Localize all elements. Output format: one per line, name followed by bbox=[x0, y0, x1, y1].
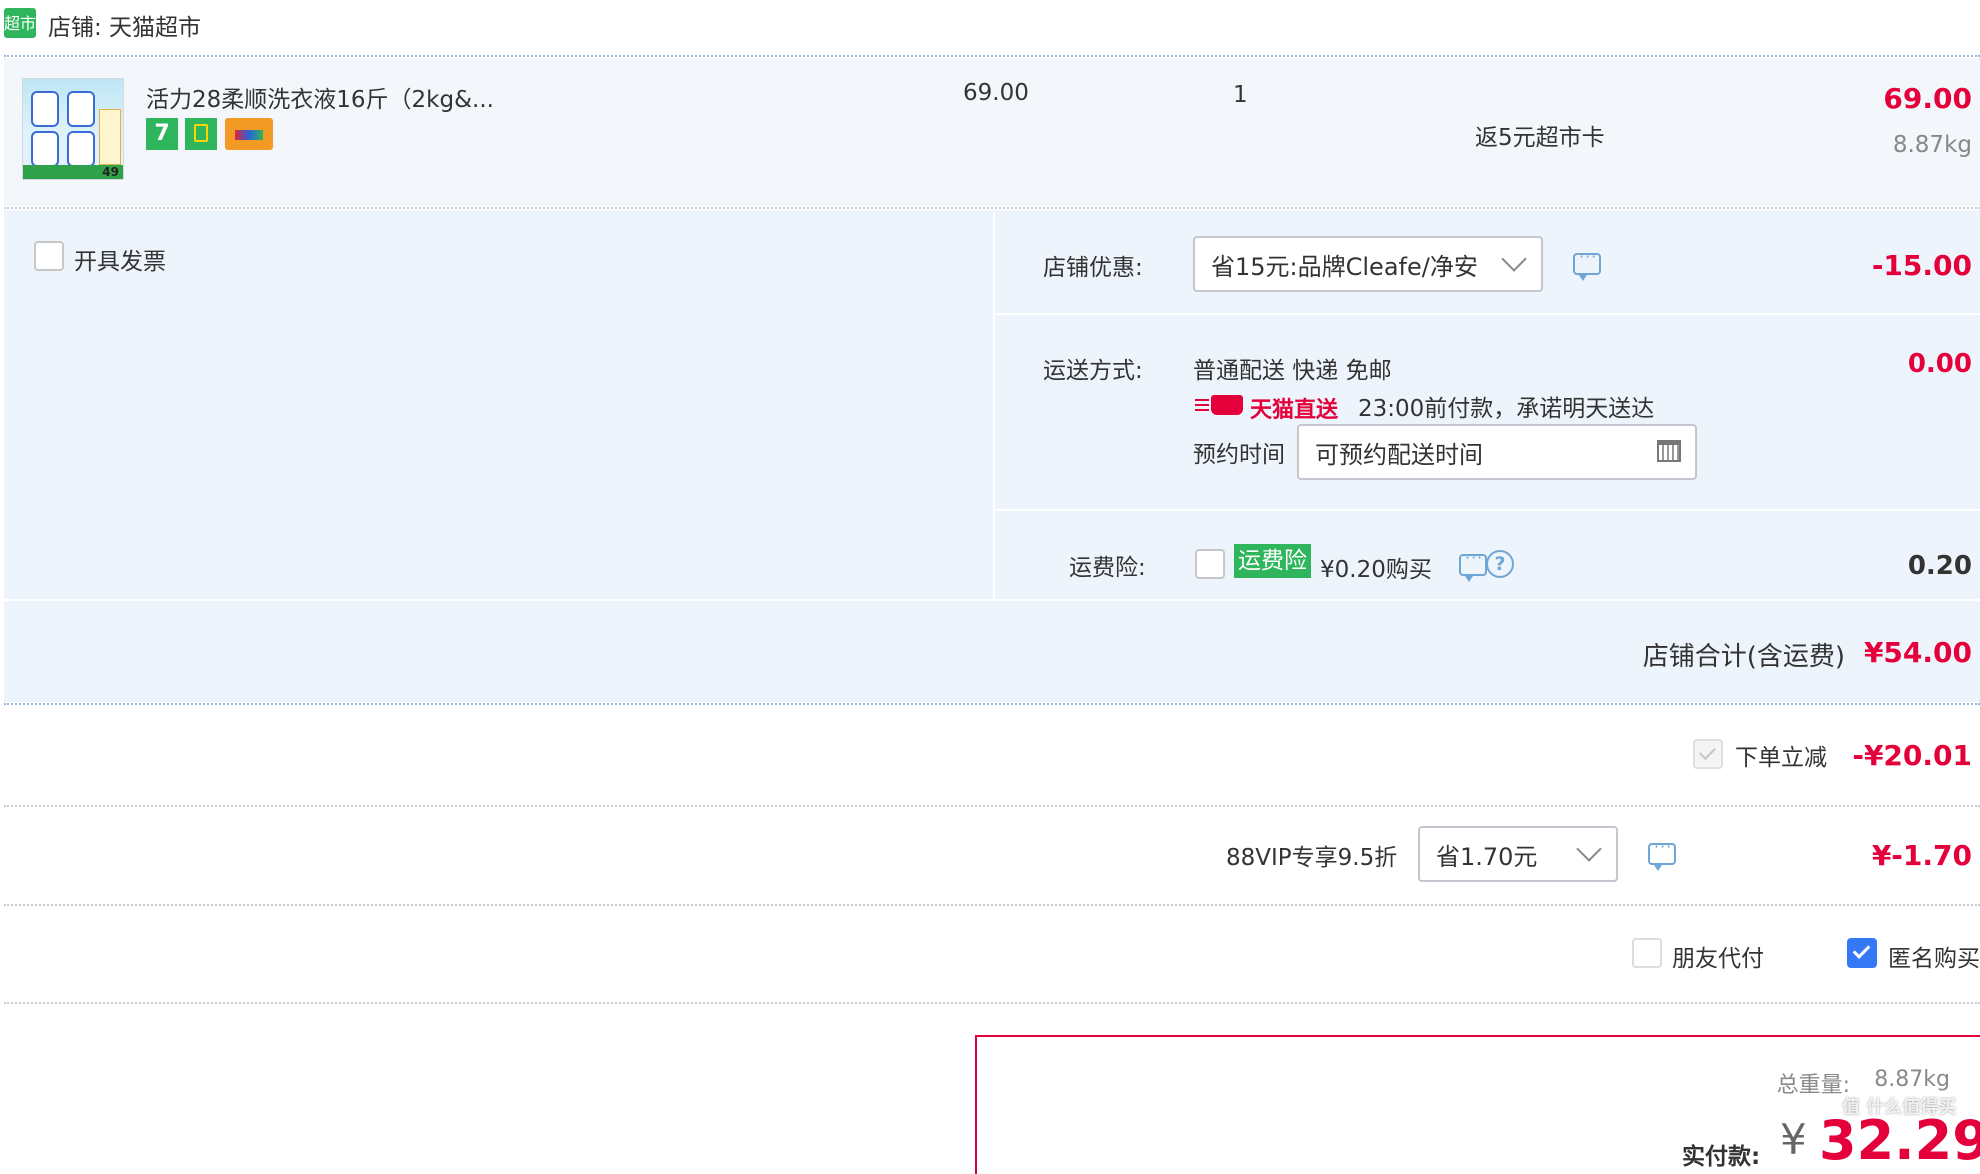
row-divider-3 bbox=[4, 599, 1980, 601]
schedule-time-input[interactable]: 可预约配送时间 bbox=[1297, 424, 1697, 480]
insurance-amount: 0.20 bbox=[1907, 551, 1972, 581]
thumb-bottle-3 bbox=[31, 131, 59, 167]
chevron-down-icon bbox=[1576, 836, 1602, 862]
invoice-checkbox[interactable] bbox=[34, 241, 64, 271]
shipping-method: 普通配送 快递 免邮 bbox=[1193, 358, 1392, 384]
shipping-amount: 0.00 bbox=[1907, 349, 1972, 379]
shop-total-label: 店铺合计(含运费) bbox=[1642, 642, 1845, 672]
payment-summary-box: 总重量: 8.87kg 实付款: ¥ 32.29 值 什么值得买 bbox=[975, 1035, 1980, 1174]
vip-discount-select[interactable]: 省1.70元 bbox=[1418, 826, 1618, 882]
thumb-bottle-1 bbox=[31, 91, 59, 127]
service-tag-guarantee-icon[interactable] bbox=[185, 118, 217, 150]
shop-total-amount: ¥54.00 bbox=[1863, 636, 1972, 669]
shop-name[interactable]: 店铺: 天猫超市 bbox=[48, 8, 201, 42]
insurance-badge: 运费险 bbox=[1234, 544, 1311, 578]
chevron-down-icon bbox=[1501, 246, 1527, 272]
vip-discount-label: 88VIP专享9.5折 bbox=[1226, 845, 1398, 871]
shipping-label: 运送方式: bbox=[1043, 358, 1143, 384]
instant-discount-amount: -¥20.01 bbox=[1852, 739, 1972, 772]
check-mark-icon bbox=[1699, 743, 1716, 760]
tmall-supermarket-icon: 超市 bbox=[4, 8, 36, 38]
total-weight-value: 8.87kg bbox=[1874, 1067, 1950, 1092]
speed-lines bbox=[1195, 399, 1209, 401]
thumb-bottle-2 bbox=[67, 91, 95, 127]
rebate-text: 返5元超市卡 bbox=[1475, 125, 1605, 151]
service-tag-7-day-icon[interactable]: 7 bbox=[146, 118, 178, 150]
anonymous-purchase-label[interactable]: 匿名购买 bbox=[1888, 939, 1980, 973]
subtotal-price: 69.00 bbox=[1883, 82, 1972, 115]
schedule-label: 预约时间 bbox=[1193, 442, 1285, 468]
watermark-logo: 值 什么值得买 bbox=[1842, 1097, 1957, 1118]
schedule-placeholder: 可预约配送时间 bbox=[1315, 440, 1483, 469]
shop-discount-label: 店铺优惠: bbox=[1043, 255, 1143, 281]
shop-discount-select[interactable]: 省15元:品牌Cleafe/净安 bbox=[1193, 236, 1543, 292]
total-weight-label: 总重量: bbox=[1776, 1073, 1850, 1098]
instant-discount-checkbox bbox=[1693, 739, 1723, 769]
insurance-label: 运费险: bbox=[1069, 555, 1146, 581]
tmall-express-icon bbox=[1195, 393, 1245, 417]
product-thumbnail[interactable]: 49 bbox=[22, 78, 124, 180]
quantity: 1 bbox=[1233, 82, 1248, 108]
vip-discount-amount: ¥-1.70 bbox=[1871, 839, 1972, 872]
service-tag-card-icon[interactable] bbox=[225, 118, 273, 150]
vip-message-icon[interactable] bbox=[1648, 837, 1676, 871]
help-icon[interactable]: ? bbox=[1486, 550, 1514, 578]
tmall-express-badge: 天猫直送 bbox=[1250, 398, 1339, 423]
shop-header: 超市 店铺: 天猫超市 bbox=[0, 0, 1980, 44]
options-column-divider bbox=[993, 212, 995, 600]
guarantee-shape bbox=[194, 124, 208, 142]
invoice-label[interactable]: 开具发票 bbox=[74, 242, 166, 276]
shop-discount-amount: -15.00 bbox=[1871, 249, 1972, 282]
currency-symbol: ¥ bbox=[1780, 1115, 1807, 1164]
friend-pay-checkbox[interactable] bbox=[1632, 938, 1662, 968]
check-mark-icon bbox=[1852, 941, 1871, 959]
anonymous-purchase-checkbox[interactable] bbox=[1847, 938, 1877, 968]
unit-price: 69.00 bbox=[963, 80, 1029, 106]
thumb-price: 49 bbox=[102, 165, 119, 179]
product-title[interactable]: 活力28柔顺洗衣液16斤（2kg&... bbox=[146, 80, 494, 114]
item-weight: 8.87kg bbox=[1892, 132, 1972, 158]
pay-amount-label: 实付款: bbox=[1682, 1144, 1761, 1170]
thumb-bottle-4 bbox=[67, 131, 95, 167]
thumb-price-tag bbox=[99, 109, 121, 165]
instant-discount-label: 下单立减 bbox=[1735, 745, 1827, 771]
cat-head bbox=[1211, 395, 1243, 415]
shop-discount-value: 省15元:品牌Cleafe/净安 bbox=[1211, 252, 1478, 281]
vip-discount-value: 省1.70元 bbox=[1436, 842, 1538, 871]
friend-pay-label[interactable]: 朋友代付 bbox=[1672, 939, 1764, 973]
calendar-icon[interactable] bbox=[1657, 440, 1681, 462]
card-strip bbox=[235, 130, 263, 140]
message-icon[interactable] bbox=[1573, 247, 1601, 281]
insurance-price: ¥0.20购买 bbox=[1320, 557, 1432, 583]
delivery-promise: 23:00前付款，承诺明天送达 bbox=[1358, 396, 1655, 422]
insurance-message-icon[interactable] bbox=[1459, 548, 1487, 582]
row-divider-2 bbox=[995, 509, 1980, 511]
row-divider-1 bbox=[995, 313, 1980, 315]
insurance-checkbox[interactable] bbox=[1195, 549, 1225, 579]
